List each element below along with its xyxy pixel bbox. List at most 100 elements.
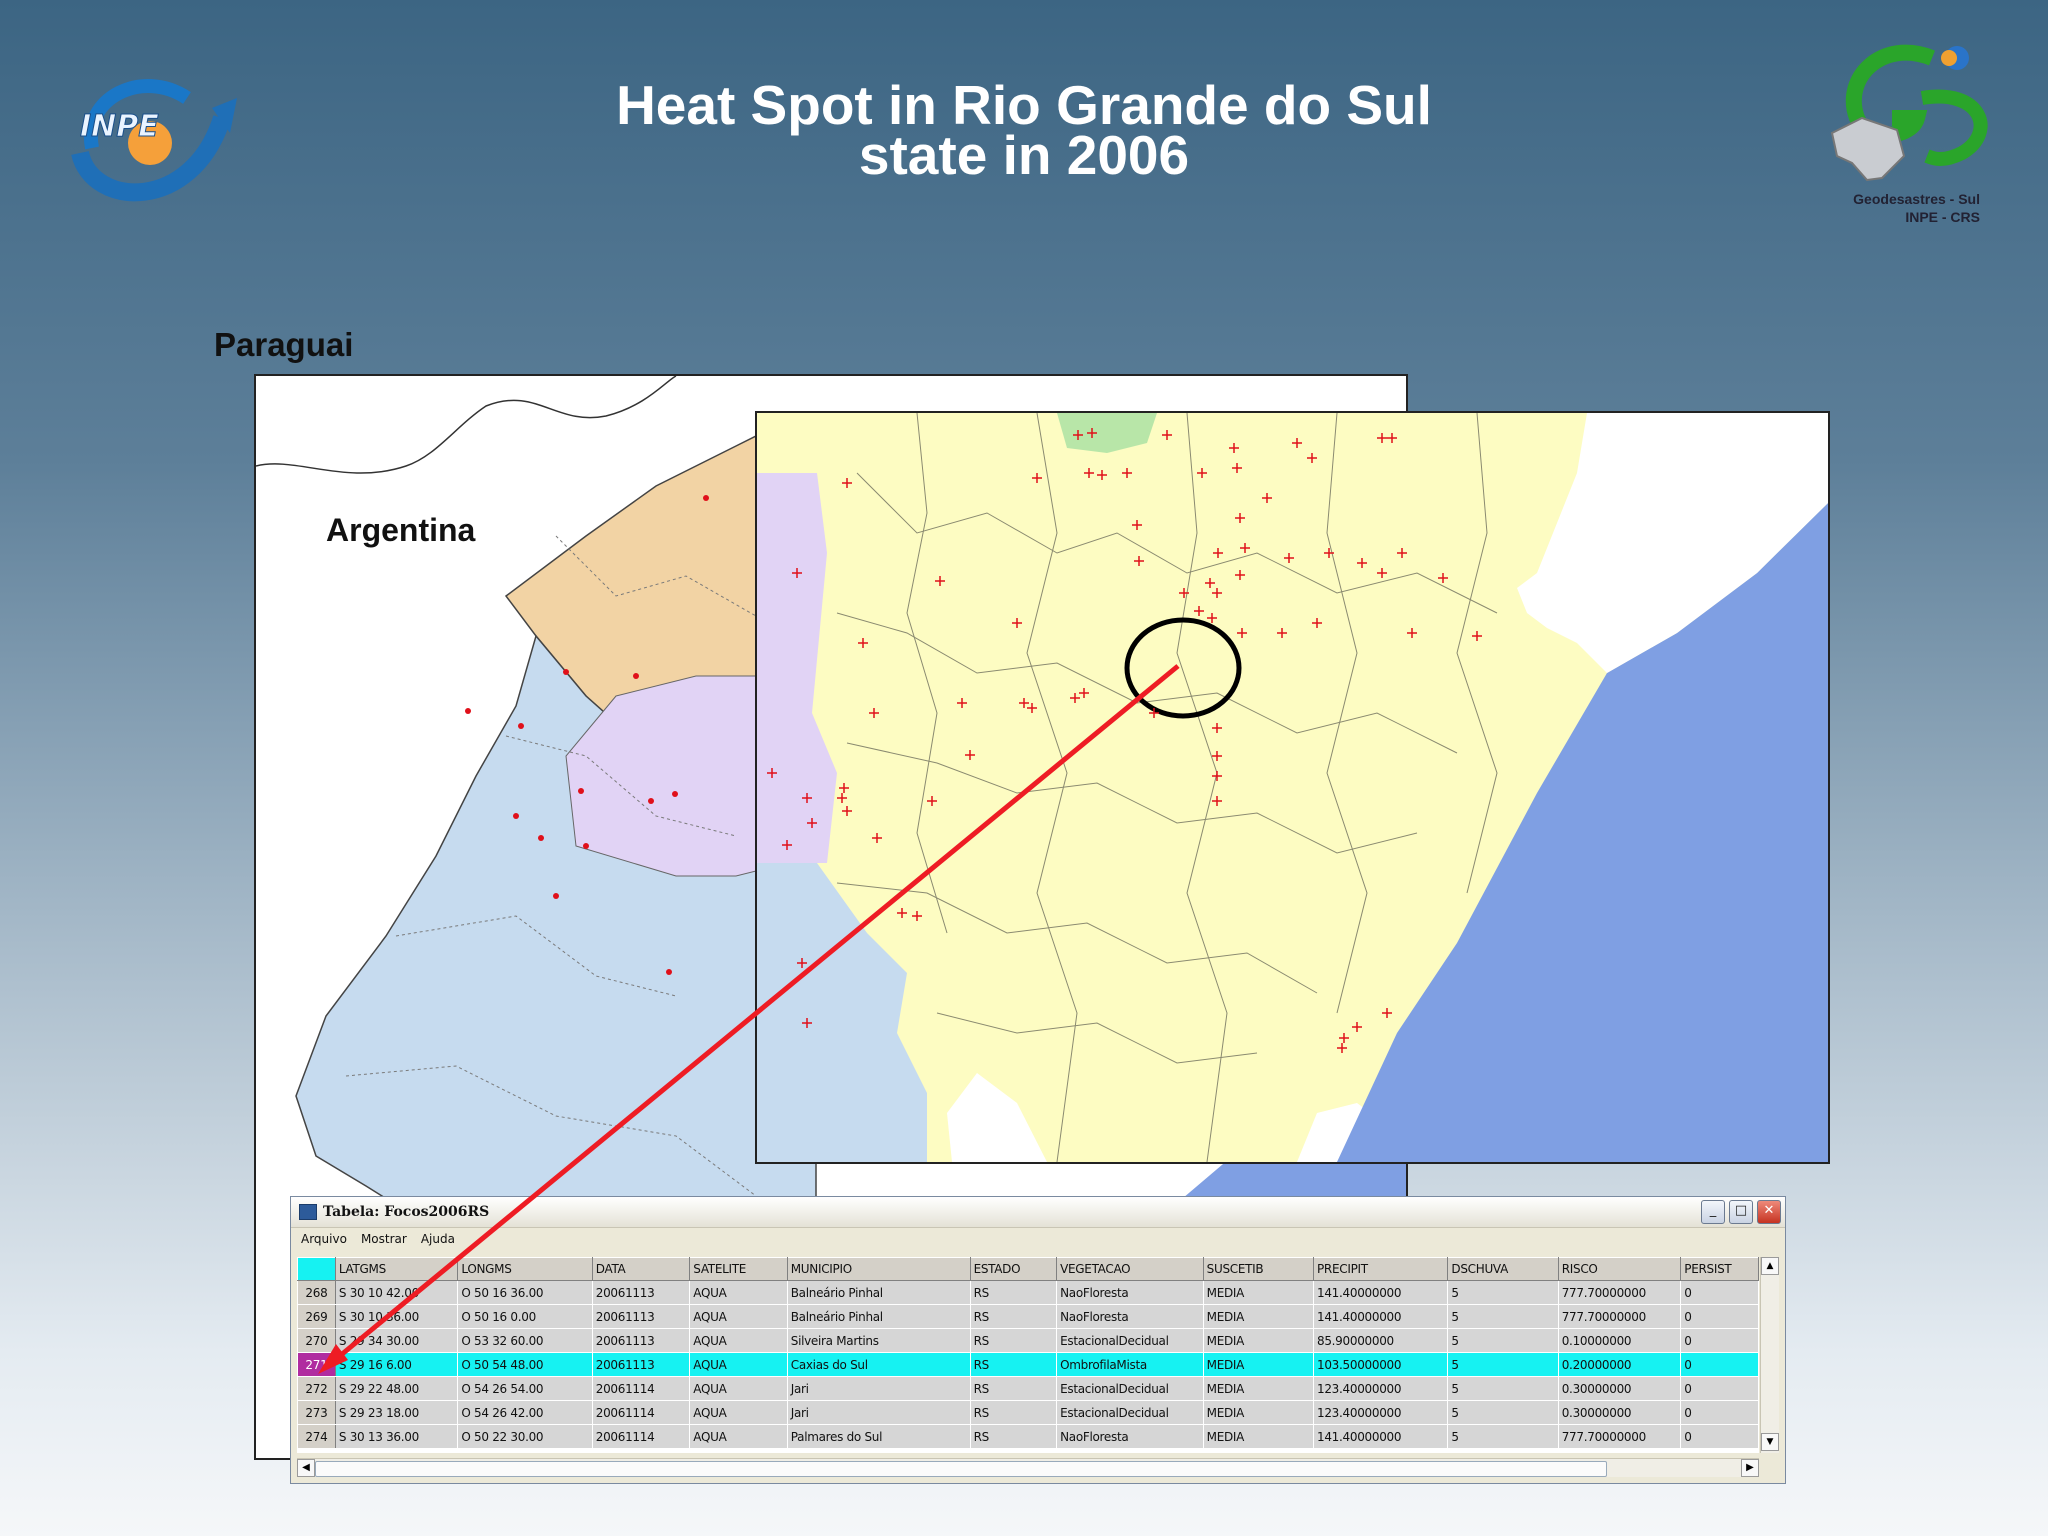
table-cell[interactable]: AQUA [689, 1352, 788, 1377]
table-cell[interactable]: 0 [1680, 1328, 1759, 1353]
table-cell[interactable]: EstacionalDecidual [1056, 1400, 1204, 1425]
maximize-button[interactable]: □ [1729, 1200, 1753, 1224]
table-cell[interactable]: AQUA [689, 1424, 788, 1449]
table-cell[interactable]: RS [969, 1280, 1058, 1305]
table-row[interactable]: 269 S 30 10 36.00 O 50 16 0.00 20061113 AQUA… [297, 1304, 1759, 1329]
table-row[interactable]: 273 S 29 23 18.00 O 54 26 42.00 20061114 AQU… [297, 1400, 1759, 1425]
table-cell[interactable]: 123.40000000 [1312, 1376, 1449, 1401]
table-cell[interactable]: 20061114 [591, 1400, 691, 1425]
table-cell[interactable]: O 53 32 60.00 [457, 1328, 593, 1353]
table-cell[interactable]: S 29 34 30.00 [334, 1328, 459, 1353]
table-cell[interactable]: 123.40000000 [1312, 1400, 1449, 1425]
column-header[interactable]: RISCO [1557, 1257, 1682, 1281]
column-header[interactable]: DSCHUVA [1447, 1257, 1559, 1281]
column-header[interactable]: ESTADO [969, 1257, 1058, 1281]
table-cell[interactable]: 0 [1680, 1280, 1759, 1305]
row-number[interactable]: 269 [297, 1304, 336, 1329]
table-cell[interactable]: MEDIA [1202, 1280, 1315, 1305]
table-cell[interactable]: 0 [1680, 1376, 1759, 1401]
column-header[interactable]: SUSCETIB [1202, 1257, 1315, 1281]
table-cell[interactable]: 0.10000000 [1557, 1328, 1682, 1353]
table-cell[interactable]: O 50 16 36.00 [457, 1280, 593, 1305]
table-cell[interactable]: 5 [1447, 1304, 1559, 1329]
close-button[interactable]: ✕ [1757, 1200, 1781, 1224]
table-cell[interactable]: 0.30000000 [1557, 1400, 1682, 1425]
table-cell[interactable]: S 30 10 42.00 [334, 1280, 459, 1305]
table-cell[interactable]: 5 [1447, 1352, 1559, 1377]
table-cell[interactable]: MEDIA [1202, 1424, 1315, 1449]
table-cell[interactable]: 0 [1680, 1304, 1759, 1329]
table-cell[interactable]: 777.70000000 [1557, 1304, 1682, 1329]
table-cell[interactable]: AQUA [689, 1304, 788, 1329]
table-cell[interactable]: S 29 16 6.00 [334, 1352, 459, 1377]
column-header[interactable]: SATELITE [689, 1257, 788, 1281]
table-cell[interactable]: 777.70000000 [1557, 1424, 1682, 1449]
window-titlebar[interactable]: Tabela: Focos2006RS _ □ ✕ [291, 1197, 1785, 1228]
row-number[interactable]: 272 [297, 1376, 336, 1401]
scroll-left-icon[interactable]: ◀ [297, 1459, 315, 1477]
table-cell[interactable]: Jari [786, 1376, 971, 1401]
table-cell[interactable]: 0 [1680, 1424, 1759, 1449]
table-cell[interactable]: S 29 22 48.00 [334, 1376, 459, 1401]
table-cell[interactable]: NaoFloresta [1056, 1424, 1204, 1449]
scroll-down-icon[interactable]: ▼ [1761, 1433, 1779, 1451]
menu-mostrar[interactable]: Mostrar [361, 1232, 407, 1246]
table-cell[interactable]: Balneário Pinhal [786, 1280, 971, 1305]
minimize-button[interactable]: _ [1701, 1200, 1725, 1224]
table-cell[interactable]: 0 [1680, 1400, 1759, 1425]
table-cell[interactable]: O 54 26 42.00 [457, 1400, 593, 1425]
table-cell[interactable]: O 50 16 0.00 [457, 1304, 593, 1329]
table-cell[interactable]: Caxias do Sul [786, 1352, 971, 1377]
table-cell[interactable]: 20061113 [591, 1328, 691, 1353]
table-cell[interactable]: RS [969, 1424, 1058, 1449]
row-number[interactable]: 273 [297, 1400, 336, 1425]
table-cell[interactable]: MEDIA [1202, 1352, 1315, 1377]
column-header[interactable]: DATA [591, 1257, 691, 1281]
table-cell[interactable]: 0.20000000 [1557, 1352, 1682, 1377]
table-cell[interactable]: NaoFloresta [1056, 1280, 1204, 1305]
table-cell[interactable]: 5 [1447, 1280, 1559, 1305]
column-header[interactable]: PRECIPIT [1312, 1257, 1449, 1281]
table-cell[interactable]: 5 [1447, 1400, 1559, 1425]
table-cell[interactable]: 0 [1680, 1352, 1759, 1377]
horizontal-scrollbar[interactable]: ◀ ▶ [297, 1458, 1759, 1477]
table-cell[interactable]: RS [969, 1376, 1058, 1401]
table-cell[interactable]: MEDIA [1202, 1400, 1315, 1425]
table-cell[interactable]: Balneário Pinhal [786, 1304, 971, 1329]
table-cell[interactable]: S 30 10 36.00 [334, 1304, 459, 1329]
table-cell[interactable]: 5 [1447, 1328, 1559, 1353]
table-cell[interactable]: Silveira Martins [786, 1328, 971, 1353]
column-header[interactable]: MUNICIPIO [786, 1257, 971, 1281]
column-header[interactable]: LONGMS [457, 1257, 593, 1281]
table-row[interactable]: 274 S 30 13 36.00 O 50 22 30.00 20061114 AQU… [297, 1424, 1759, 1449]
table-cell[interactable]: 85.90000000 [1312, 1328, 1449, 1353]
table-cell[interactable]: S 30 13 36.00 [334, 1424, 459, 1449]
table-cell[interactable]: 20061114 [591, 1424, 691, 1449]
table-cell[interactable]: 20061113 [591, 1280, 691, 1305]
table-cell[interactable]: 0.30000000 [1557, 1376, 1682, 1401]
table-cell[interactable]: OmbrofilaMista [1056, 1352, 1204, 1377]
table-cell[interactable]: 20061113 [591, 1352, 691, 1377]
row-number[interactable]: 271 [297, 1352, 336, 1377]
table-cell[interactable]: 141.40000000 [1312, 1424, 1449, 1449]
table-cell[interactable]: 103.50000000 [1312, 1352, 1449, 1377]
vertical-scrollbar[interactable]: ▲ ▼ [1760, 1257, 1779, 1453]
table-cell[interactable]: 141.40000000 [1312, 1304, 1449, 1329]
table-cell[interactable]: Jari [786, 1400, 971, 1425]
table-cell[interactable]: NaoFloresta [1056, 1304, 1204, 1329]
table-cell[interactable]: AQUA [689, 1328, 788, 1353]
table-cell[interactable]: MEDIA [1202, 1328, 1315, 1353]
table-cell[interactable]: RS [969, 1304, 1058, 1329]
table-cell[interactable]: 141.40000000 [1312, 1280, 1449, 1305]
table-cell[interactable]: MEDIA [1202, 1376, 1315, 1401]
table-cell[interactable]: RS [969, 1352, 1058, 1377]
column-header[interactable]: LATGMS [334, 1257, 459, 1281]
column-header[interactable]: PERSIST [1680, 1257, 1759, 1281]
row-number[interactable]: 274 [297, 1424, 336, 1449]
table-cell[interactable]: 5 [1447, 1424, 1559, 1449]
table-cell[interactable]: AQUA [689, 1376, 788, 1401]
table-cell[interactable]: 5 [1447, 1376, 1559, 1401]
table-row[interactable]: 272 S 29 22 48.00 O 54 26 54.00 20061114 AQU… [297, 1376, 1759, 1401]
table-cell[interactable]: RS [969, 1400, 1058, 1425]
table-cell[interactable]: O 50 22 30.00 [457, 1424, 593, 1449]
